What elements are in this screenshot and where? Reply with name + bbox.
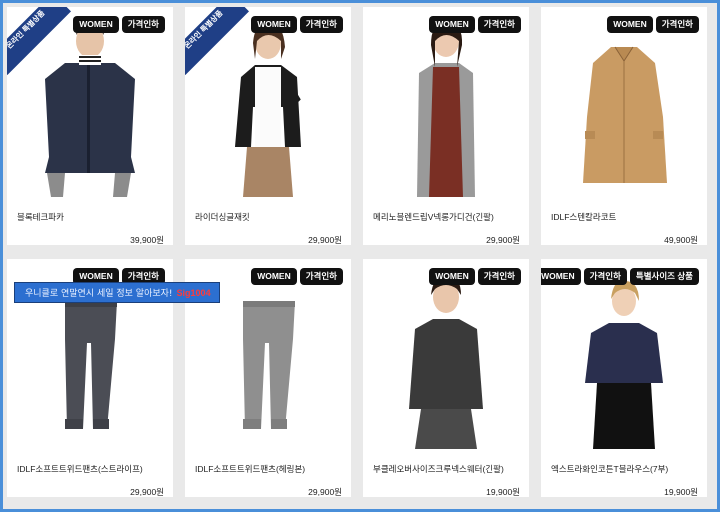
women-badge: WOMEN: [251, 268, 297, 285]
women-badge: WOMEN: [429, 268, 475, 285]
product-image[interactable]: [541, 7, 707, 197]
product-price: 29,900원: [308, 235, 342, 245]
product-name[interactable]: 블록테크파카: [17, 211, 64, 223]
product-name[interactable]: 메리노블렌드립V넥롱가디건(긴팔): [373, 211, 494, 223]
product-price: 49,900원: [664, 235, 698, 245]
product-grid: 온라인 특별상품 WOMEN 가격인하 블록테크파카 39,900원 온라인 특…: [3, 3, 717, 509]
product-price: 19,900원: [486, 487, 520, 497]
product-card[interactable]: WOMEN 가격인하 부클레오버사이즈크루넥스웨터(긴팔) 19,900원: [363, 259, 529, 497]
product-card[interactable]: WOMEN 가격인하 IDLF스텐칼라코트 49,900원: [541, 7, 707, 245]
price-cut-badge: 가격인하: [655, 16, 699, 33]
price-cut-badge: 가격인하: [121, 16, 165, 33]
product-price: 29,900원: [308, 487, 342, 497]
women-badge: WOMEN: [541, 268, 581, 285]
product-card[interactable]: 온라인 특별상품 WOMEN 가격인하 블록테크파카 39,900원: [7, 7, 173, 245]
women-badge: WOMEN: [251, 16, 297, 33]
product-card[interactable]: WOMEN 가격인하 특별사이즈 상품 엑스트라화인코튼T블라우스(7부) 19…: [541, 259, 707, 497]
product-image[interactable]: [363, 7, 529, 197]
price-cut-badge: 가격인하: [583, 268, 627, 285]
women-badge: WOMEN: [429, 16, 475, 33]
product-price: 19,900원: [664, 487, 698, 497]
product-name[interactable]: IDLF소프트트위드팬츠(헤링본): [195, 463, 305, 475]
product-image[interactable]: [541, 259, 707, 449]
product-name[interactable]: 엑스트라화인코튼T블라우스(7부): [551, 463, 668, 475]
watermark-banner: 우니클로 연말연시 세일 정보 알아보자! Sig1004: [14, 282, 220, 303]
product-price: 29,900원: [486, 235, 520, 245]
product-price: 39,900원: [130, 235, 164, 245]
price-cut-badge: 가격인하: [299, 16, 343, 33]
product-card[interactable]: 온라인 특별상품 WOMEN 가격인하 라이더싱글재킷 29,900원: [185, 7, 351, 245]
product-name[interactable]: IDLF소프트트위드팬츠(스트라이프): [17, 463, 143, 475]
product-name[interactable]: IDLF스텐칼라코트: [551, 211, 616, 223]
women-badge: WOMEN: [607, 16, 653, 33]
product-card[interactable]: WOMEN 가격인하 메리노블렌드립V넥롱가디건(긴팔) 29,900원: [363, 7, 529, 245]
watermark-signature: Sig1004: [176, 287, 211, 298]
women-badge: WOMEN: [73, 16, 119, 33]
price-cut-badge: 가격인하: [477, 16, 521, 33]
product-price: 29,900원: [130, 487, 164, 497]
product-name[interactable]: 부클레오버사이즈크루넥스웨터(긴팔): [373, 463, 504, 475]
watermark-text: 우니클로 연말연시 세일 정보 알아보자!: [25, 289, 173, 299]
product-name[interactable]: 라이더싱글재킷: [195, 211, 250, 223]
price-cut-badge: 가격인하: [477, 268, 521, 285]
special-size-badge: 특별사이즈 상품: [629, 268, 699, 285]
product-image[interactable]: [363, 259, 529, 449]
price-cut-badge: 가격인하: [299, 268, 343, 285]
